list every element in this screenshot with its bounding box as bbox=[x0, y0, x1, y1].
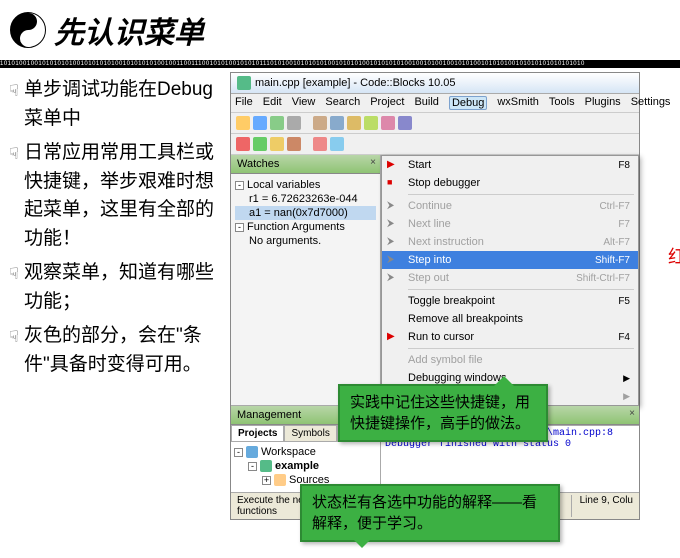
watch-item[interactable]: -Local variables bbox=[235, 178, 376, 192]
play-icon: ▶ bbox=[387, 158, 401, 172]
project-tree-item[interactable]: -Workspace bbox=[234, 445, 377, 459]
src-icon bbox=[274, 474, 286, 486]
bullet-list: ☟单步调试功能在Debug菜单中 ☟日常应用常用工具栏或快捷键，举步艰难时想起菜… bbox=[0, 68, 230, 520]
buildrun-icon[interactable] bbox=[270, 137, 284, 151]
watch-item[interactable]: r1 = 6.72623263e-044 bbox=[235, 192, 376, 206]
menu-debug[interactable]: Debug bbox=[449, 96, 487, 110]
watch-item[interactable]: -Function Arguments bbox=[235, 220, 376, 234]
stop-icon: ■ bbox=[387, 176, 401, 190]
red-edge-text: 红 bbox=[668, 243, 680, 269]
bullet-text: 日常应用常用工具栏或快捷键，举步艰难时想起菜单，这里有全部的功能！ bbox=[24, 139, 222, 253]
watch-item[interactable]: No arguments. bbox=[235, 234, 376, 248]
run-icon[interactable] bbox=[253, 137, 267, 151]
stepin-icon: ⮞ bbox=[387, 253, 401, 267]
mgmt-tab-projects[interactable]: Projects bbox=[231, 425, 284, 442]
page-title: 先认识菜单 bbox=[54, 8, 204, 52]
undo-icon[interactable] bbox=[313, 116, 327, 130]
cut-icon[interactable] bbox=[347, 116, 361, 130]
save-icon[interactable] bbox=[270, 116, 284, 130]
rebuild-icon[interactable] bbox=[287, 137, 301, 151]
callout-statusbar: 状态栏有各选中功能的解释——看解释，便于学习。 bbox=[300, 484, 560, 542]
copy-icon[interactable] bbox=[364, 116, 378, 130]
menu-item-start[interactable]: ▶StartF8 bbox=[382, 156, 638, 174]
app-icon bbox=[237, 76, 251, 90]
menu-item-step-into[interactable]: ⮞Step intoShift-F7 bbox=[382, 251, 638, 269]
menu-item-toggle-breakpoint[interactable]: Toggle breakpointF5 bbox=[382, 292, 638, 310]
saveall-icon[interactable] bbox=[287, 116, 301, 130]
menu-item-next-instruction: ⮞Next instructionAlt-F7 bbox=[382, 233, 638, 251]
build-icon[interactable] bbox=[236, 137, 250, 151]
menu-item-stop-debugger[interactable]: ■Stop debugger bbox=[382, 174, 638, 192]
bullet-icon: ☟ bbox=[4, 326, 24, 350]
menu-project[interactable]: Project bbox=[370, 96, 404, 110]
bullet-icon: ☟ bbox=[4, 143, 24, 167]
mgmt-tab-symbols[interactable]: Symbols bbox=[284, 425, 336, 442]
find-icon[interactable] bbox=[398, 116, 412, 130]
menu-build[interactable]: Build bbox=[414, 96, 438, 110]
status-position: Line 9, Colu bbox=[571, 495, 633, 517]
project-tree-item[interactable]: -example bbox=[234, 459, 377, 473]
paste-icon[interactable] bbox=[381, 116, 395, 130]
menu-tools[interactable]: Tools bbox=[549, 96, 575, 110]
menubar[interactable]: File Edit View Search Project Build Debug wxSmi… bbox=[231, 94, 639, 113]
redo-icon[interactable] bbox=[330, 116, 344, 130]
toolbar[interactable] bbox=[231, 113, 639, 134]
watches-header: Watches × bbox=[231, 155, 380, 174]
menu-item-remove-all-breakpoints[interactable]: Remove all breakpoints bbox=[382, 310, 638, 328]
callout-shortcuts: 实践中记住这些快捷键，用快捷键操作，高手的做法。 bbox=[338, 384, 548, 442]
toolbar-2[interactable] bbox=[231, 134, 639, 155]
watches-tree[interactable]: -Local variablesr1 = 6.72623263e-044a1 =… bbox=[231, 174, 380, 252]
menu-plugins[interactable]: Plugins bbox=[585, 96, 621, 110]
bullet-text: 观察菜单，知道有哪些功能； bbox=[24, 259, 222, 316]
menu-settings[interactable]: Settings bbox=[631, 96, 671, 110]
binary-decoration: 1010100100101010101001010101010010101010… bbox=[0, 60, 680, 68]
next-icon: ⮞ bbox=[387, 217, 401, 231]
bullet-icon: ☟ bbox=[4, 80, 24, 104]
window-titlebar: main.cpp [example] - Code::Blocks 10.05 bbox=[231, 73, 639, 94]
close-icon[interactable]: × bbox=[370, 157, 376, 168]
prj-icon bbox=[260, 460, 272, 472]
menu-search[interactable]: Search bbox=[325, 96, 360, 110]
menu-file[interactable]: File bbox=[235, 96, 253, 110]
nexti-icon: ⮞ bbox=[387, 235, 401, 249]
menu-item-continue: ⮞ContinueCtrl-F7 bbox=[382, 197, 638, 215]
step-icon[interactable] bbox=[330, 137, 344, 151]
run-icon: ▶ bbox=[387, 330, 401, 344]
bullet-icon: ☟ bbox=[4, 263, 24, 287]
window-title: main.cpp [example] - Code::Blocks 10.05 bbox=[255, 77, 456, 89]
stepout-icon: ⮞ bbox=[387, 271, 401, 285]
bullet-text: 单步调试功能在Debug菜单中 bbox=[24, 76, 222, 133]
ws-icon bbox=[246, 446, 258, 458]
menu-wxsmith[interactable]: wxSmith bbox=[497, 96, 539, 110]
debug-icon[interactable] bbox=[313, 137, 327, 151]
new-icon[interactable] bbox=[236, 116, 250, 130]
menu-edit[interactable]: Edit bbox=[263, 96, 282, 110]
ide-window: main.cpp [example] - Code::Blocks 10.05 … bbox=[230, 72, 640, 520]
menu-view[interactable]: View bbox=[292, 96, 316, 110]
menu-item-next-line: ⮞Next lineF7 bbox=[382, 215, 638, 233]
arrow-icon: ⮞ bbox=[387, 199, 401, 213]
menu-item-run-to-cursor[interactable]: ▶Run to cursorF4 bbox=[382, 328, 638, 346]
menu-item-step-out: ⮞Step outShift-Ctrl-F7 bbox=[382, 269, 638, 287]
yin-yang-logo: 0 1 bbox=[10, 12, 46, 48]
bullet-text: 灰色的部分，会在"条件"具备时变得可用。 bbox=[24, 322, 222, 379]
close-icon[interactable]: × bbox=[629, 408, 635, 419]
open-icon[interactable] bbox=[253, 116, 267, 130]
watch-item[interactable]: a1 = nan(0x7d7000) bbox=[235, 206, 376, 220]
